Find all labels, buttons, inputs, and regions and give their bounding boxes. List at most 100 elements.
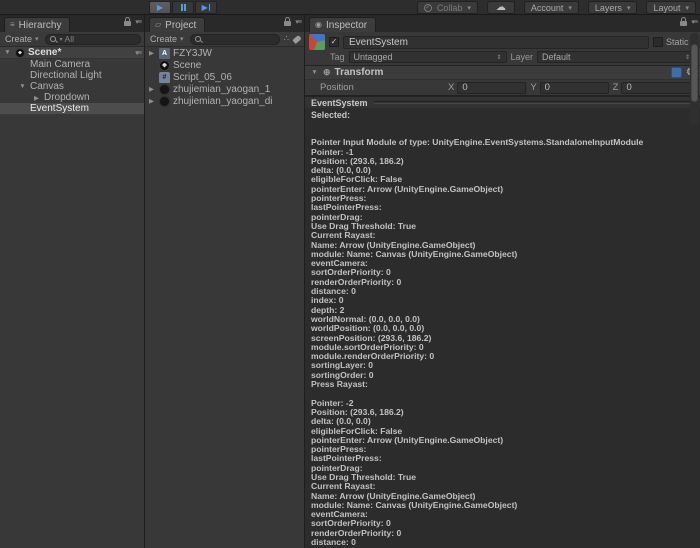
debug-line: module: Name: Canvas (UnityEngine.GameOb… <box>311 250 700 259</box>
cloud-services-button[interactable]: ☁ <box>487 1 515 14</box>
account-label: Account <box>531 3 564 13</box>
gameobject-cube-icon <box>309 34 325 50</box>
hierarchy-search-input[interactable]: ▾ All <box>45 34 141 45</box>
lock-icon[interactable] <box>680 21 687 26</box>
search-by-label-icon[interactable] <box>292 35 301 44</box>
layers-dropdown[interactable]: Layers ▾ <box>588 1 638 14</box>
debug-line: distance: 0 <box>311 287 700 296</box>
position-x-group: X 0 <box>448 82 530 94</box>
foldout-icon[interactable]: ▶ <box>147 49 156 57</box>
account-dropdown[interactable]: Account ▾ <box>524 1 579 14</box>
debug-lines: Pointer Input Module of type: UnityEngin… <box>311 138 700 548</box>
tab-inspector[interactable]: ◉ Inspector <box>309 17 376 32</box>
project-item[interactable]: ▶ zhujiemian_yaogan_1 <box>145 83 304 95</box>
pause-icon <box>181 4 186 11</box>
tab-hierarchy[interactable]: ≡ Hierarchy <box>4 17 70 32</box>
step-button[interactable]: ▶ <box>195 1 217 14</box>
unity-scene-icon <box>159 60 170 71</box>
foldout-icon[interactable]: ▶ <box>147 85 156 93</box>
position-y-value: 0 <box>545 82 550 93</box>
static-toggle[interactable]: Static ▾ <box>653 37 695 47</box>
position-z-field[interactable]: 0 <box>621 82 691 94</box>
debug-line: lastPointerPress: <box>311 454 700 463</box>
project-panel: ▱ Project ▾≡ Create ▾ ∴ ▶ <box>145 15 305 548</box>
lock-icon[interactable] <box>284 21 291 26</box>
collab-dropdown[interactable]: ✓ Collab ▾ <box>417 1 478 14</box>
scene-header-row[interactable]: ▼ Scene* ▾≡ <box>0 47 144 59</box>
project-item[interactable]: Scene <box>145 59 304 71</box>
play-button[interactable]: ▶ <box>149 1 171 14</box>
project-item-label: FZY3JW <box>173 48 212 59</box>
foldout-open-icon[interactable]: ▼ <box>310 69 319 76</box>
search-icon <box>195 35 203 43</box>
z-label: Z <box>613 82 619 93</box>
position-x-field[interactable]: 0 <box>457 82 526 94</box>
foldout-icon[interactable]: ▶ <box>32 94 41 102</box>
hierarchy-item[interactable]: Directional Light <box>0 70 144 81</box>
play-controls: ▶ ▶ <box>149 1 217 14</box>
project-item-label: Script_05_06 <box>173 72 232 83</box>
position-z-value: 0 <box>626 82 631 93</box>
project-item-label: Scene <box>173 60 201 71</box>
play-icon: ▶ <box>157 4 163 12</box>
hierarchy-item[interactable]: EventSystem <box>0 103 144 114</box>
tag-label: Tag <box>330 52 345 62</box>
search-by-type-icon[interactable]: ∴ <box>284 35 289 43</box>
unity-scene-icon <box>15 48 25 58</box>
collab-label: Collab <box>437 3 463 13</box>
debug-line: Press Rayast: <box>311 380 700 389</box>
hierarchy-search-filter: All <box>65 34 74 44</box>
panel-menu-icon[interactable]: ▾≡ <box>691 18 697 26</box>
project-item[interactable]: ▶ FZY3JW <box>145 47 304 59</box>
foldout-icon[interactable]: ▼ <box>18 83 27 90</box>
x-label: X <box>448 82 454 93</box>
project-create-button[interactable]: Create ▾ <box>148 34 186 44</box>
panel-menu-icon[interactable]: ▾≡ <box>295 18 301 26</box>
panel-menu-icon[interactable]: ▾≡ <box>135 18 141 26</box>
help-book-icon[interactable] <box>671 67 682 78</box>
tab-project[interactable]: ▱ Project <box>149 17 205 32</box>
selected-label: Selected: <box>311 110 700 119</box>
lock-icon[interactable] <box>124 21 131 26</box>
foldout-icon[interactable]: ▶ <box>147 97 156 105</box>
chevron-down-icon: ▾ <box>627 4 631 12</box>
inspector-panel: ◉ Inspector ▾≡ ✓ EventSystem Static ▾ Ta… <box>305 15 700 548</box>
inspector-scrollbar[interactable] <box>690 33 699 125</box>
hierarchy-item[interactable]: Main Camera <box>0 59 144 70</box>
gameobject-name-field[interactable]: EventSystem <box>343 36 649 49</box>
project-item[interactable]: ▶ zhujiemian_yaogan_di <box>145 95 304 107</box>
layout-dropdown[interactable]: Layout ▾ <box>646 1 696 14</box>
hierarchy-item[interactable]: ▼ Canvas <box>0 81 144 92</box>
scrollbar-thumb[interactable] <box>691 44 698 102</box>
layout-label: Layout <box>653 3 680 13</box>
transform-title: Transform <box>335 67 384 78</box>
chevron-down-icon: ▾ <box>35 35 39 43</box>
dropdown-pair-icon: ⇕ <box>496 54 501 61</box>
project-toolbar: Create ▾ ∴ <box>145 32 304 47</box>
position-y-field[interactable]: 0 <box>540 82 609 94</box>
static-checkbox[interactable] <box>653 37 663 47</box>
gameobject-name: EventSystem <box>349 37 408 48</box>
pause-button[interactable] <box>172 1 194 14</box>
scene-menu-icon[interactable]: ▾≡ <box>135 49 141 57</box>
hierarchy-create-button[interactable]: Create ▾ <box>3 34 41 44</box>
hierarchy-item-label: Dropdown <box>44 92 90 103</box>
foldout-open-icon[interactable]: ▼ <box>3 49 12 56</box>
debug-line: lastPointerPress: <box>311 203 700 212</box>
scene-label: Scene* <box>28 47 61 58</box>
hierarchy-item[interactable]: ▶ Dropdown <box>0 92 144 103</box>
project-list: ▶ FZY3JW Scene Script_05_06 ▶ <box>145 47 304 548</box>
project-item[interactable]: Script_05_06 <box>145 71 304 83</box>
layer-label: Layer <box>511 52 534 62</box>
transform-tool-icon: ⊕ <box>323 68 331 77</box>
debug-line: pointerEnter: Arrow (UnityEngine.GameObj… <box>311 436 700 445</box>
transform-component-header[interactable]: ▼ ⊕ Transform ⚙ <box>305 65 700 80</box>
chevron-down-icon: ▾ <box>180 35 184 43</box>
project-search-input[interactable] <box>190 34 280 45</box>
active-checkbox[interactable]: ✓ <box>329 37 339 47</box>
y-label: Y <box>530 82 536 93</box>
position-row: Position X 0 Y 0 Z 0 <box>305 80 700 95</box>
position-x-value: 0 <box>462 82 467 93</box>
layer-dropdown[interactable]: Default ⇕ <box>537 51 695 63</box>
tag-dropdown[interactable]: Untagged ⇕ <box>349 51 507 63</box>
